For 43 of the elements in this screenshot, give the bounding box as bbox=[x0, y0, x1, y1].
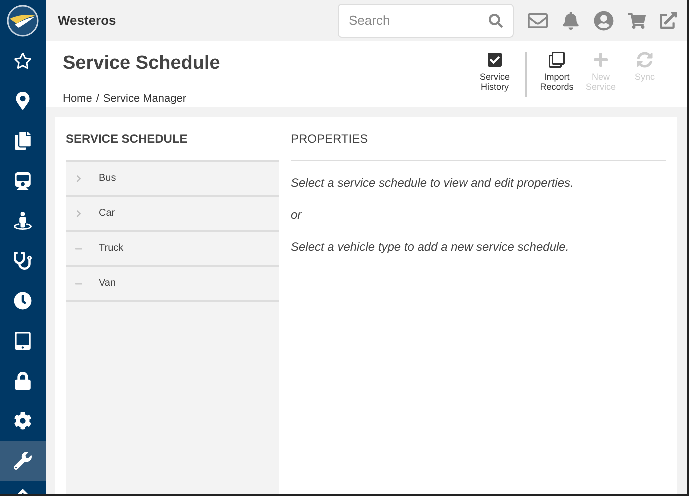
sidebar-item[interactable] bbox=[0, 441, 46, 481]
tree-item[interactable]: Car bbox=[66, 197, 279, 232]
chevron-icon bbox=[75, 210, 83, 218]
map-pin-icon bbox=[14, 92, 32, 110]
app-title: Westeros bbox=[58, 12, 116, 30]
chevron-icon bbox=[75, 174, 83, 182]
search-box[interactable]: Search bbox=[338, 4, 514, 38]
tablet-icon bbox=[14, 332, 32, 350]
mail-icon[interactable] bbox=[528, 10, 548, 30]
breadcrumb-link[interactable]: Service Manager bbox=[103, 90, 187, 107]
hint-text: Select a service schedule to view and edit properties. bbox=[291, 175, 575, 192]
external-link-icon[interactable] bbox=[660, 12, 677, 29]
wrench-icon bbox=[14, 452, 32, 470]
train-icon bbox=[14, 172, 32, 190]
breadcrumb-link[interactable]: Home bbox=[63, 90, 92, 107]
hint-text: Select a vehicle type to add a new service schedule. bbox=[291, 239, 570, 256]
clock-icon bbox=[14, 292, 32, 310]
toolbar-button[interactable]: Service History bbox=[473, 52, 517, 92]
logo-icon bbox=[7, 4, 39, 36]
sync-icon bbox=[637, 52, 653, 68]
page-title: Service Schedule bbox=[63, 52, 220, 76]
tree-item[interactable]: Truck bbox=[66, 232, 279, 267]
bell-icon[interactable] bbox=[562, 12, 580, 30]
lock-icon bbox=[14, 372, 32, 390]
hint-text: or bbox=[291, 207, 303, 224]
copy-icon bbox=[549, 52, 565, 68]
settings-icon bbox=[14, 412, 32, 430]
cart-icon[interactable] bbox=[628, 12, 646, 30]
documents-icon bbox=[14, 132, 32, 150]
person-icon bbox=[14, 212, 32, 230]
breadcrumb-separator: / bbox=[96, 92, 100, 106]
panel-heading: PROPERTIES bbox=[291, 132, 368, 146]
tree-item[interactable]: Van bbox=[66, 267, 279, 302]
star-icon bbox=[14, 52, 32, 70]
toolbar-button[interactable]: Import Records bbox=[535, 52, 579, 92]
search-field[interactable]: Search bbox=[349, 4, 489, 36]
checkbox-icon bbox=[487, 52, 503, 68]
stethoscope-icon bbox=[14, 252, 32, 270]
panel-heading: SERVICE SCHEDULE bbox=[66, 132, 188, 146]
tree-item[interactable]: Bus bbox=[66, 162, 279, 197]
search-icon[interactable] bbox=[489, 14, 503, 28]
user-icon[interactable] bbox=[594, 10, 614, 30]
plus-icon bbox=[593, 52, 609, 68]
